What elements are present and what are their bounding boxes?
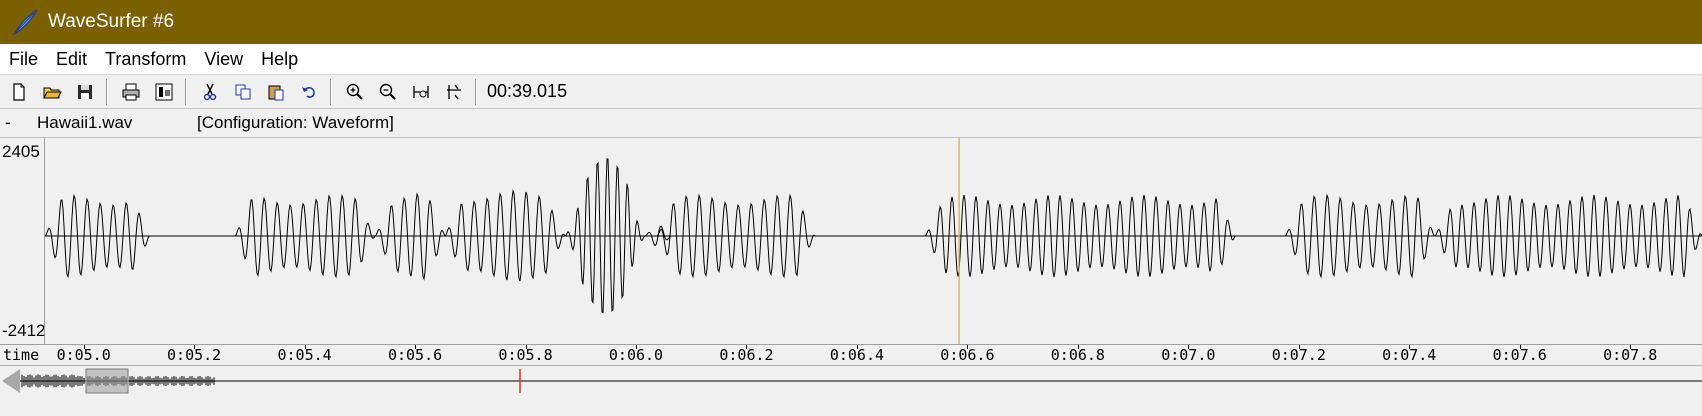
- menu-file[interactable]: File: [0, 44, 47, 74]
- y-max-label: 2405: [2, 142, 40, 161]
- new-file-icon: [13, 82, 25, 101]
- overview-scrollbar[interactable]: [0, 365, 1702, 397]
- configuration-label: [Configuration: Waveform]: [197, 113, 394, 132]
- time-tick-label: 0:06.0: [608, 346, 664, 364]
- time-tick-label: 0:07.2: [1271, 346, 1326, 364]
- overview-view-window[interactable]: [85, 368, 129, 394]
- waveform-plot[interactable]: [45, 138, 1702, 344]
- zoom-in-button[interactable]: [341, 78, 369, 106]
- time-tick-label: 0:07.8: [1603, 346, 1658, 364]
- properties-button[interactable]: [150, 78, 178, 106]
- toolbar: 00:39.015: [0, 75, 1702, 109]
- time-tick-label: 0:05.0: [56, 346, 111, 364]
- time-readout: 00:39.015: [487, 81, 568, 101]
- zoom-in-icon: [346, 83, 363, 100]
- pane-menu-dash[interactable]: -: [5, 113, 11, 133]
- file-name: Hawaii1.wav: [37, 113, 133, 132]
- time-tick-label: 0:06.8: [1050, 346, 1105, 364]
- time-tick-label: 0:07.4: [1382, 346, 1437, 364]
- copy-button[interactable]: [229, 78, 257, 106]
- toolbar-separator: [185, 78, 187, 105]
- menu-edit[interactable]: Edit: [47, 44, 96, 74]
- properties-icon: [155, 83, 173, 100]
- time-axis-label: time: [3, 346, 40, 364]
- menu-view[interactable]: View: [195, 44, 252, 74]
- copy-icon: [235, 84, 251, 99]
- menu-transform[interactable]: Transform: [96, 44, 195, 74]
- time-axis-ticks: 0:05.0 0:05.2 0:05.4 0:05.6 0:05.8 0:06.0 0:06…: [45, 345, 1702, 365]
- overview-waveform[interactable]: [0, 366, 1702, 396]
- window-title: WaveSurfer #6: [48, 11, 175, 32]
- menu-help[interactable]: Help: [252, 44, 307, 74]
- status-bar: [0, 396, 1702, 416]
- time-tick-label: 0:07.0: [1161, 346, 1216, 364]
- file-bar: - Hawaii1.wav [Configuration: Waveform]: [0, 109, 1702, 138]
- time-axis: time 0:05.0 0:05.2 0:05.4 0:05.6 0:05.8 0:06.…: [0, 344, 1702, 365]
- open-folder-icon: [43, 87, 62, 98]
- cut-button[interactable]: [196, 78, 224, 106]
- print-icon: [122, 83, 140, 100]
- paste-button[interactable]: [262, 78, 290, 106]
- undo-icon: [302, 86, 315, 98]
- zoom-to-selection-button[interactable]: [407, 78, 435, 106]
- title-bar: WaveSurfer #6: [0, 0, 1702, 44]
- time-tick-label: 0:06.4: [829, 346, 885, 364]
- cut-icon: [203, 83, 217, 100]
- y-min-label: -2412: [2, 321, 46, 340]
- time-tick-label: 0:05.8: [498, 346, 553, 364]
- wavesurfer-feather-icon: [12, 9, 38, 36]
- save-icon: [78, 84, 92, 99]
- time-tick-label: 0:05.6: [387, 346, 443, 364]
- toolbar-separator: [330, 78, 332, 105]
- time-tick-label: 0:07.6: [1492, 346, 1547, 364]
- waveform-pane[interactable]: 2405 -2412: [0, 138, 1702, 344]
- undo-button[interactable]: [295, 78, 323, 106]
- zoom-out-button[interactable]: [374, 78, 402, 106]
- toolbar-separator: [475, 78, 477, 105]
- zoom-all-button[interactable]: [440, 78, 468, 106]
- waveform-trace: [45, 158, 1702, 314]
- time-tick-label: 0:05.2: [167, 346, 222, 364]
- menu-bar: File Edit Transform View Help: [0, 44, 1702, 75]
- save-button[interactable]: [71, 78, 99, 106]
- paste-icon: [268, 85, 284, 100]
- time-tick-label: 0:05.4: [277, 346, 332, 364]
- zoom-to-selection-icon: [413, 85, 429, 98]
- zoom-out-icon: [379, 83, 396, 100]
- toolbar-separator: [106, 78, 108, 105]
- new-file-button[interactable]: [5, 78, 33, 106]
- zoom-all-icon: [447, 84, 461, 99]
- time-tick-label: 0:06.6: [940, 346, 995, 364]
- open-button[interactable]: [38, 78, 66, 106]
- print-button[interactable]: [117, 78, 145, 106]
- time-tick-label: 0:06.2: [719, 346, 774, 364]
